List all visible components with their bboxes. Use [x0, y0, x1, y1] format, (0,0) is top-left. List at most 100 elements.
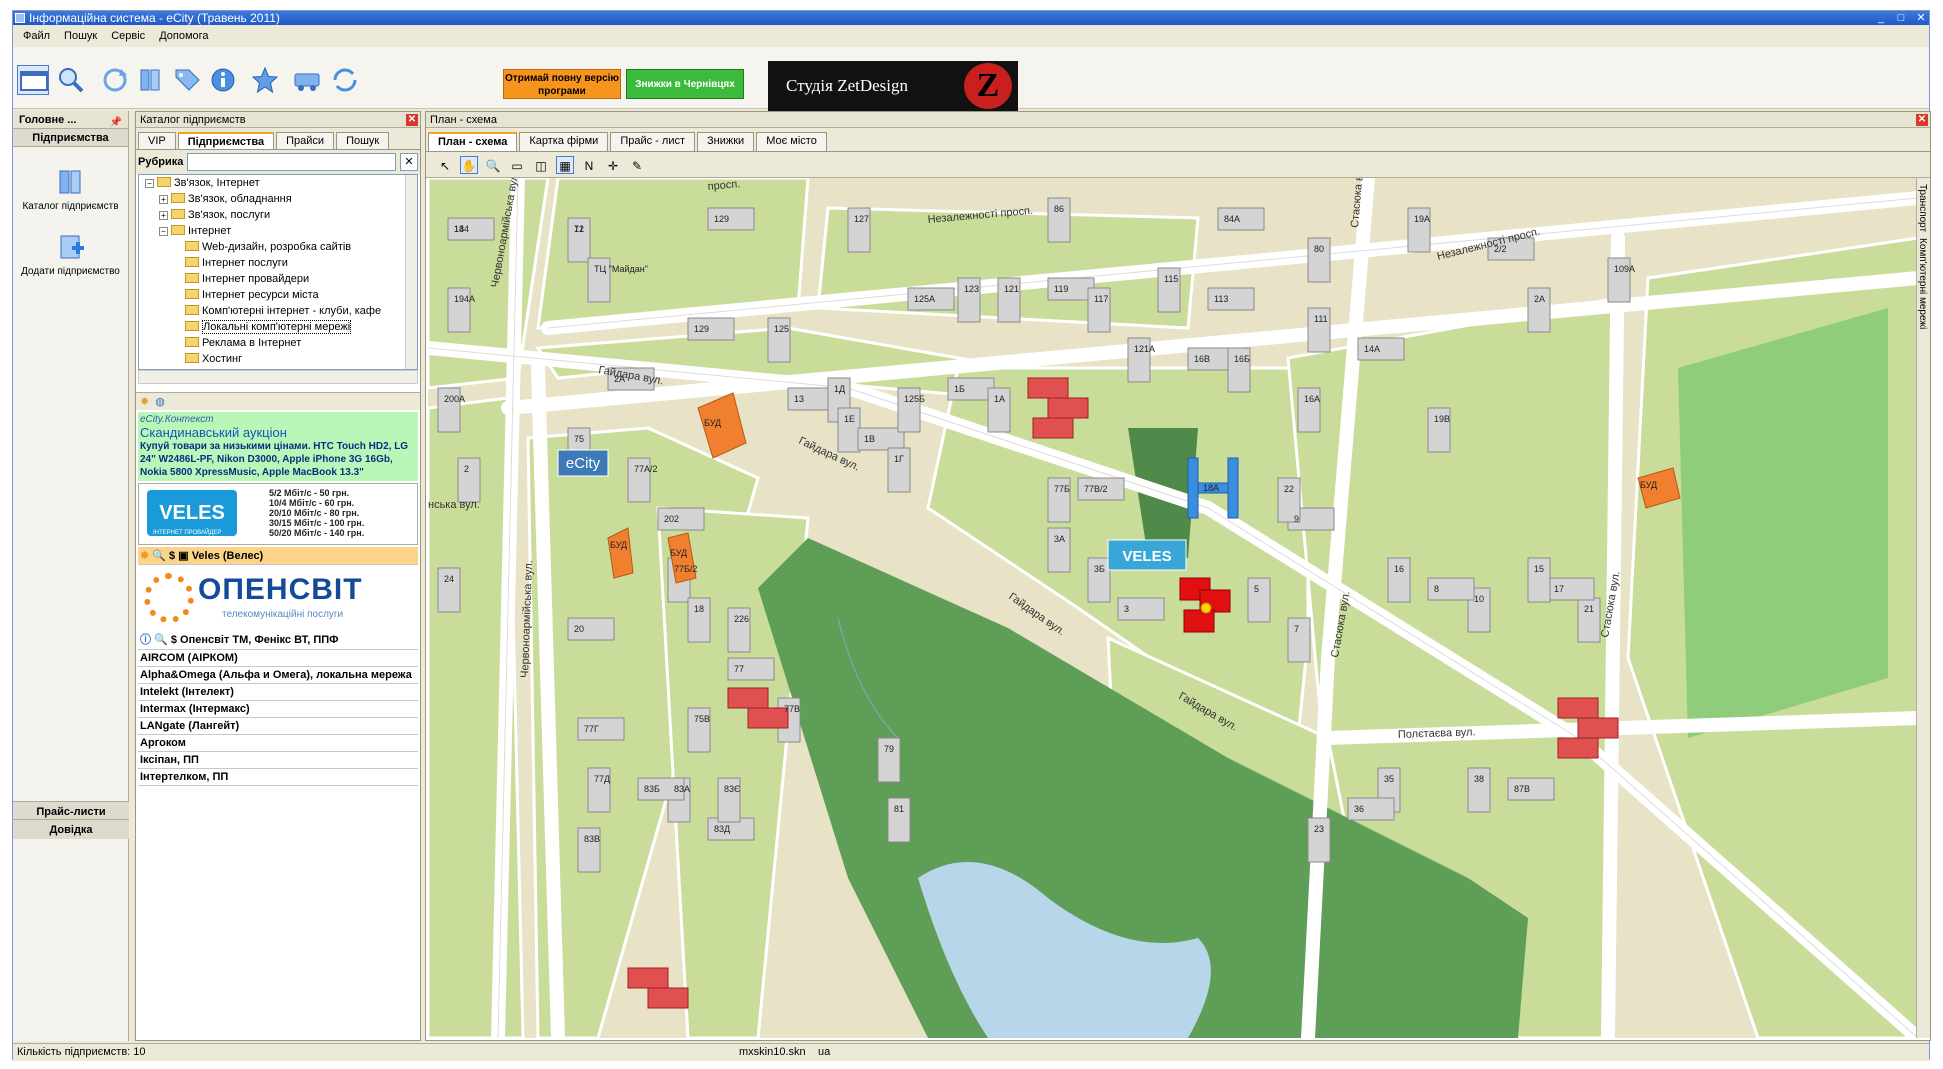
company-row[interactable]: ⓘ 🔍 $ Опенсвіт ТМ, Фенікс ВТ, ППФ	[138, 629, 418, 650]
nav-header[interactable]: Головне ... 📌	[13, 111, 128, 129]
company-row[interactable]: Інтертелком, ПП	[138, 769, 418, 786]
tab-firm-card[interactable]: Картка фірми	[519, 132, 609, 151]
tree-item[interactable]: + Зв'язок, послуги	[139, 207, 417, 223]
pin-icon[interactable]: 📌	[110, 114, 122, 132]
map-view[interactable]: eCity VELES 184 71 ТЦ "Майдан" 129 127 86 84А 8…	[428, 178, 1918, 1038]
company-row[interactable]: Alpha&Omega (Альфа и Омега), локальна ме…	[138, 667, 418, 684]
transport-tab[interactable]: Транспорт	[1917, 178, 1928, 232]
grid-icon[interactable]: ▦	[556, 155, 574, 174]
company-row[interactable]: Intelekt (Інтелект)	[138, 684, 418, 701]
building-number: 113	[1214, 294, 1228, 304]
menu-file[interactable]: Файл	[23, 30, 50, 42]
tab-enterprises[interactable]: Підприємства	[177, 132, 275, 149]
building-number: 115	[1164, 274, 1178, 284]
company-name: Інтертелком, ПП	[140, 771, 229, 783]
tree-item[interactable]: Інтернет провайдери	[139, 271, 417, 287]
expand-icon[interactable]: +	[159, 211, 168, 220]
opensvit-logo[interactable]: ОПЕНСВІТ телекомунікаційні послуги	[138, 567, 418, 627]
tree-item[interactable]: Інтернет послуги	[139, 255, 417, 271]
expand-icon[interactable]: −	[145, 179, 154, 188]
expand-icon[interactable]: +	[159, 195, 168, 204]
zetdesign-banner[interactable]: Студія ZetDesign Z	[768, 61, 1018, 111]
nav-item-catalog[interactable]: Каталог підприємств	[13, 167, 128, 212]
close-icon[interactable]: ✕	[406, 114, 418, 126]
clear-icon[interactable]: ✕	[400, 153, 418, 171]
rubric-input[interactable]	[187, 153, 396, 171]
tree-item[interactable]: − Інтернет	[139, 223, 417, 239]
dollar-icon: $	[170, 634, 177, 646]
zoom-icon[interactable]: 🔍	[484, 156, 502, 174]
3d-icon[interactable]: ◫	[532, 156, 550, 174]
tab-price-list[interactable]: Прайс - лист	[610, 132, 696, 151]
tree-item[interactable]: Локальні комп'ютерні мережі	[139, 319, 417, 335]
company-row[interactable]: Аргоком	[138, 735, 418, 752]
ecity-marker[interactable]: eCity	[557, 449, 609, 477]
company-name: Опенсвіт ТМ, Фенікс ВТ, ППФ	[180, 634, 339, 646]
expand-icon[interactable]: −	[159, 227, 168, 236]
close-icon[interactable]: ✕	[1916, 114, 1928, 126]
full-version-banner[interactable]: Отримай повну версію програми	[503, 69, 621, 99]
window-icon[interactable]	[17, 65, 49, 95]
star-icon[interactable]: ✸	[140, 395, 149, 408]
context-ad[interactable]: eCity.Контекст Скандинавський аукціон Ку…	[138, 412, 418, 481]
nav-item-add[interactable]: Додати підприємство	[13, 232, 128, 277]
company-row[interactable]: Intermax (Інтермакс)	[138, 701, 418, 718]
pencil-icon[interactable]: ✎	[628, 156, 646, 174]
pointer-icon[interactable]: ↖	[436, 156, 454, 174]
transport-icon[interactable]	[291, 65, 323, 95]
catalog-icon[interactable]	[135, 65, 167, 95]
tree-item[interactable]: Хостинг	[139, 351, 417, 367]
tag-icon[interactable]	[171, 65, 203, 95]
tree-item[interactable]: Web-дизайн, розробка сайтів	[139, 239, 417, 255]
company-row[interactable]: ✸ 🔍 $ ▣ Veles (Велес)	[138, 547, 418, 565]
hand-icon[interactable]: ✋	[460, 155, 478, 174]
sync-icon[interactable]	[329, 65, 361, 95]
map-header: План - схема ✕	[426, 112, 1930, 128]
veles-marker[interactable]: VELES	[1107, 539, 1187, 571]
company-row[interactable]: Іксіпан, ПП	[138, 752, 418, 769]
folder-icon	[185, 241, 199, 251]
tree-item[interactable]: Комп'ютерні інтернет - клуби, кафе	[139, 303, 417, 319]
tree-hscrollbar[interactable]	[138, 370, 418, 384]
search-icon[interactable]	[55, 65, 87, 95]
tree-item[interactable]: Реклама в Інтернет	[139, 335, 417, 351]
tab-map[interactable]: План - схема	[428, 132, 518, 151]
minimize-icon[interactable]: _	[1875, 12, 1887, 24]
street-label: нська вул.	[428, 499, 480, 511]
tab-my-city[interactable]: Моє місто	[756, 132, 827, 151]
refresh-icon[interactable]	[99, 65, 131, 95]
tab-discounts[interactable]: Знижки	[697, 132, 755, 151]
company-name: Intelekt (Інтелект)	[140, 686, 234, 698]
company-row[interactable]: LANgate (Лангейт)	[138, 718, 418, 735]
tree-scrollbar[interactable]	[405, 175, 417, 369]
tab-search[interactable]: Пошук	[336, 132, 390, 149]
frame-icon[interactable]: ▭	[508, 156, 526, 174]
tab-vip[interactable]: VIP	[138, 132, 176, 149]
star-icon[interactable]	[249, 65, 281, 95]
info-icon[interactable]	[207, 65, 239, 95]
tree-item[interactable]: − Зв'язок, Інтернет	[139, 175, 417, 191]
close-icon[interactable]: ✕	[1915, 12, 1927, 24]
location-marker-icon[interactable]	[1200, 602, 1212, 614]
menu-service[interactable]: Сервіс	[111, 30, 145, 42]
globe-icon[interactable]: ◍	[155, 395, 165, 408]
company-row[interactable]: AIRCOM (АІРКОМ)	[138, 650, 418, 667]
tree-item[interactable]: Інтернет ресурси міста	[139, 287, 417, 303]
menu-search[interactable]: Пошук	[64, 30, 97, 42]
networks-tab[interactable]: Комп'ютерні мережі	[1917, 232, 1928, 329]
tree-item[interactable]: + Зв'язок, обладнання	[139, 191, 417, 207]
rubric-tree[interactable]: − Зв'язок, Інтернет + Зв'язок, обладнання + З…	[138, 174, 418, 370]
building-number: 125Б	[904, 394, 925, 404]
maximize-icon[interactable]: □	[1895, 12, 1907, 24]
tab-prices[interactable]: Прайси	[276, 132, 335, 149]
nav-help[interactable]: Довідка	[13, 819, 129, 839]
discounts-banner[interactable]: Знижки в Чернівцях	[626, 69, 744, 99]
center-icon[interactable]: ✛	[604, 156, 622, 174]
veles-ad[interactable]: VELES ІНТЕРНЕТ ПРОВАЙДЕР 5/2 Мбіт/с - 50…	[138, 483, 418, 545]
building-number: 3	[1124, 604, 1129, 614]
catalog-tabs: VIP Підприємства Прайси Пошук	[136, 128, 420, 150]
north-icon[interactable]: N	[580, 156, 598, 174]
map-canvas[interactable]: eCity VELES 184 71ТЦ "Майдан"129 1278684А8…	[428, 178, 1918, 1038]
nav-price-lists[interactable]: Прайс-листи	[13, 801, 129, 821]
menu-help[interactable]: Допомога	[159, 30, 208, 42]
